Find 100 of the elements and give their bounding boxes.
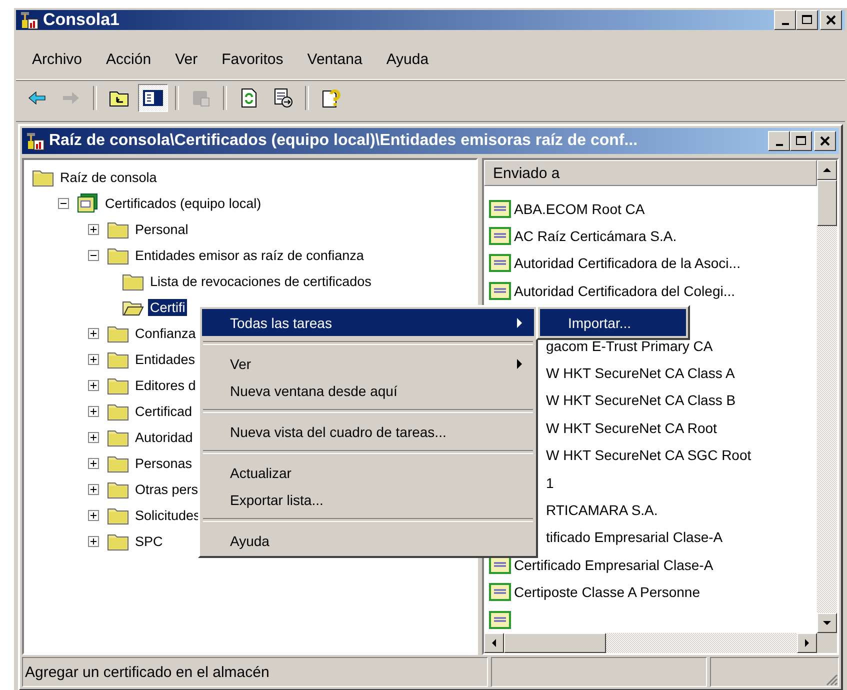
scroll-up-icon — [823, 166, 831, 174]
status-text: Agregar un certificado en el almacén — [22, 657, 488, 688]
certificate-icon — [488, 198, 512, 219]
tree-item[interactable]: Lista de revocaciones de certificados — [148, 272, 374, 290]
window-title: Consola1 — [43, 10, 120, 30]
scrollbar-corner — [817, 633, 837, 654]
tree-item[interactable]: Certifi — [148, 298, 188, 316]
list-item[interactable]: RTICAMARA S.A. — [546, 502, 658, 518]
tree-item[interactable]: Certificados (equipo local) — [103, 194, 264, 212]
scroll-right-button[interactable] — [797, 633, 817, 654]
menu-item[interactable]: Archivo — [20, 49, 94, 70]
list-item[interactable]: Autoridad Certificadora de la Asoci... — [514, 255, 740, 272]
list-item[interactable]: 1 — [546, 474, 554, 491]
list-item[interactable]: Certiposte Classe A Personne — [514, 584, 700, 600]
expand-icon[interactable] — [88, 406, 99, 416]
context-menu-item[interactable]: Todas las tareas — [202, 309, 534, 336]
menu-item[interactable]: Ayuda — [374, 49, 441, 70]
expand-icon[interactable] — [88, 354, 99, 364]
close-button[interactable] — [820, 10, 842, 30]
resize-grip-icon[interactable] — [824, 672, 838, 686]
expand-icon[interactable] — [88, 380, 99, 390]
toolbar-button[interactable] — [138, 84, 168, 112]
expand-icon[interactable] — [88, 224, 99, 234]
context-menu-item[interactable]: Ayuda — [202, 527, 534, 554]
console-icon — [19, 10, 39, 30]
column-header[interactable]: Enviado a — [484, 160, 817, 186]
certificate-icon — [488, 226, 512, 246]
maximize-button[interactable] — [796, 10, 818, 30]
scroll-left-button[interactable] — [484, 633, 504, 654]
menu-item[interactable]: Favoritos — [210, 49, 296, 70]
list-item[interactable]: AC Raíz Certicámara S.A. — [514, 228, 677, 244]
menu-item[interactable]: Acción — [94, 49, 164, 70]
tree-item[interactable]: SPC — [133, 532, 165, 550]
scroll-down-icon — [823, 619, 831, 628]
collapse-icon[interactable] — [58, 198, 69, 208]
tree-item[interactable]: Personas — [133, 454, 194, 472]
certificate-icon — [488, 280, 512, 301]
maximize-icon — [801, 14, 813, 26]
tree-item[interactable]: Entidades — [133, 350, 198, 368]
scroll-down-button[interactable] — [817, 613, 837, 634]
close-icon — [825, 14, 837, 26]
minimize-icon — [782, 22, 788, 24]
list-item[interactable]: Autoridad Certificadora del Colegi... — [514, 282, 736, 299]
certificate-store-icon — [77, 193, 99, 213]
tree-item[interactable]: Certificad — [133, 402, 194, 420]
expand-icon[interactable] — [88, 328, 99, 338]
tree-item[interactable]: Otras pers — [133, 480, 200, 498]
horizontal-scrollbar[interactable] — [484, 633, 817, 654]
console-icon — [25, 131, 45, 151]
context-menu-item[interactable]: Ver — [202, 350, 534, 377]
scroll-left-icon — [490, 639, 498, 648]
child-window-title: Raíz de consola\Certificados (equipo local)\Entidades emisoras raíz de conf... — [49, 132, 638, 150]
list-item[interactable]: W HKT SecureNet CA Root — [546, 420, 717, 436]
scroll-thumb[interactable] — [817, 180, 837, 226]
maximize-button[interactable] — [790, 131, 812, 151]
expand-icon[interactable] — [88, 458, 99, 468]
close-button[interactable] — [814, 131, 836, 151]
list-item[interactable]: ABA.ECOM Root CA — [514, 200, 645, 217]
minimize-button[interactable] — [774, 10, 796, 30]
scroll-thumb[interactable] — [504, 633, 606, 654]
tree-item[interactable]: Raíz de consola — [58, 168, 159, 186]
scroll-up-button[interactable] — [817, 160, 837, 180]
expand-icon[interactable] — [88, 510, 99, 520]
context-menu-item[interactable]: Nueva ventana desde aquí — [202, 377, 534, 404]
close-icon — [819, 135, 831, 147]
context-menu-item[interactable]: Nueva vista del cuadro de tareas... — [202, 418, 534, 445]
scroll-right-icon — [803, 639, 811, 648]
menu-item[interactable]: Ventana — [295, 49, 374, 70]
tree-item[interactable]: Editores d — [133, 376, 198, 394]
list-item[interactable]: Certificado Empresarial Clase-A — [514, 556, 714, 573]
minimize-button[interactable] — [768, 131, 790, 151]
list-item[interactable]: W HKT SecureNet CA Class A — [546, 365, 735, 382]
list-item[interactable]: gacom E-Trust Primary CA — [546, 338, 713, 354]
minimize-icon — [776, 144, 782, 146]
vertical-scrollbar[interactable] — [817, 160, 837, 654]
certificate-icon — [488, 610, 512, 630]
context-menu-item[interactable]: Exportar lista... — [202, 486, 534, 513]
context-menu-item[interactable]: Actualizar — [202, 459, 534, 486]
tree-item[interactable]: Personal — [133, 220, 190, 238]
submenu-item[interactable]: Importar... — [540, 309, 686, 336]
list-item[interactable]: W HKT SecureNet CA SGC Root — [546, 447, 752, 464]
expand-icon[interactable] — [88, 484, 99, 494]
list-item[interactable]: W HKT SecureNet CA Class B — [546, 392, 736, 408]
certificate-icon — [488, 582, 512, 602]
certificate-icon — [488, 253, 512, 274]
list-item[interactable]: tificado Empresarial Clase-A — [546, 529, 723, 546]
list-export-icon — [273, 88, 293, 108]
tree-item[interactable]: Confianza — [133, 324, 198, 342]
help-icon — [321, 88, 341, 108]
window-icon — [191, 88, 211, 108]
pane-icon — [143, 88, 163, 108]
refresh-icon — [239, 88, 259, 108]
collapse-icon[interactable] — [88, 250, 99, 260]
tree-item[interactable]: Solicitudes — [133, 506, 202, 524]
menu-item[interactable]: Ver — [163, 49, 210, 70]
expand-icon[interactable] — [88, 536, 99, 546]
expand-icon[interactable] — [88, 432, 99, 442]
tree-item[interactable]: Autoridad — [133, 428, 195, 446]
tree-item[interactable]: Entidades emisor as raíz de confianza — [133, 246, 366, 264]
maximize-icon — [795, 135, 807, 147]
